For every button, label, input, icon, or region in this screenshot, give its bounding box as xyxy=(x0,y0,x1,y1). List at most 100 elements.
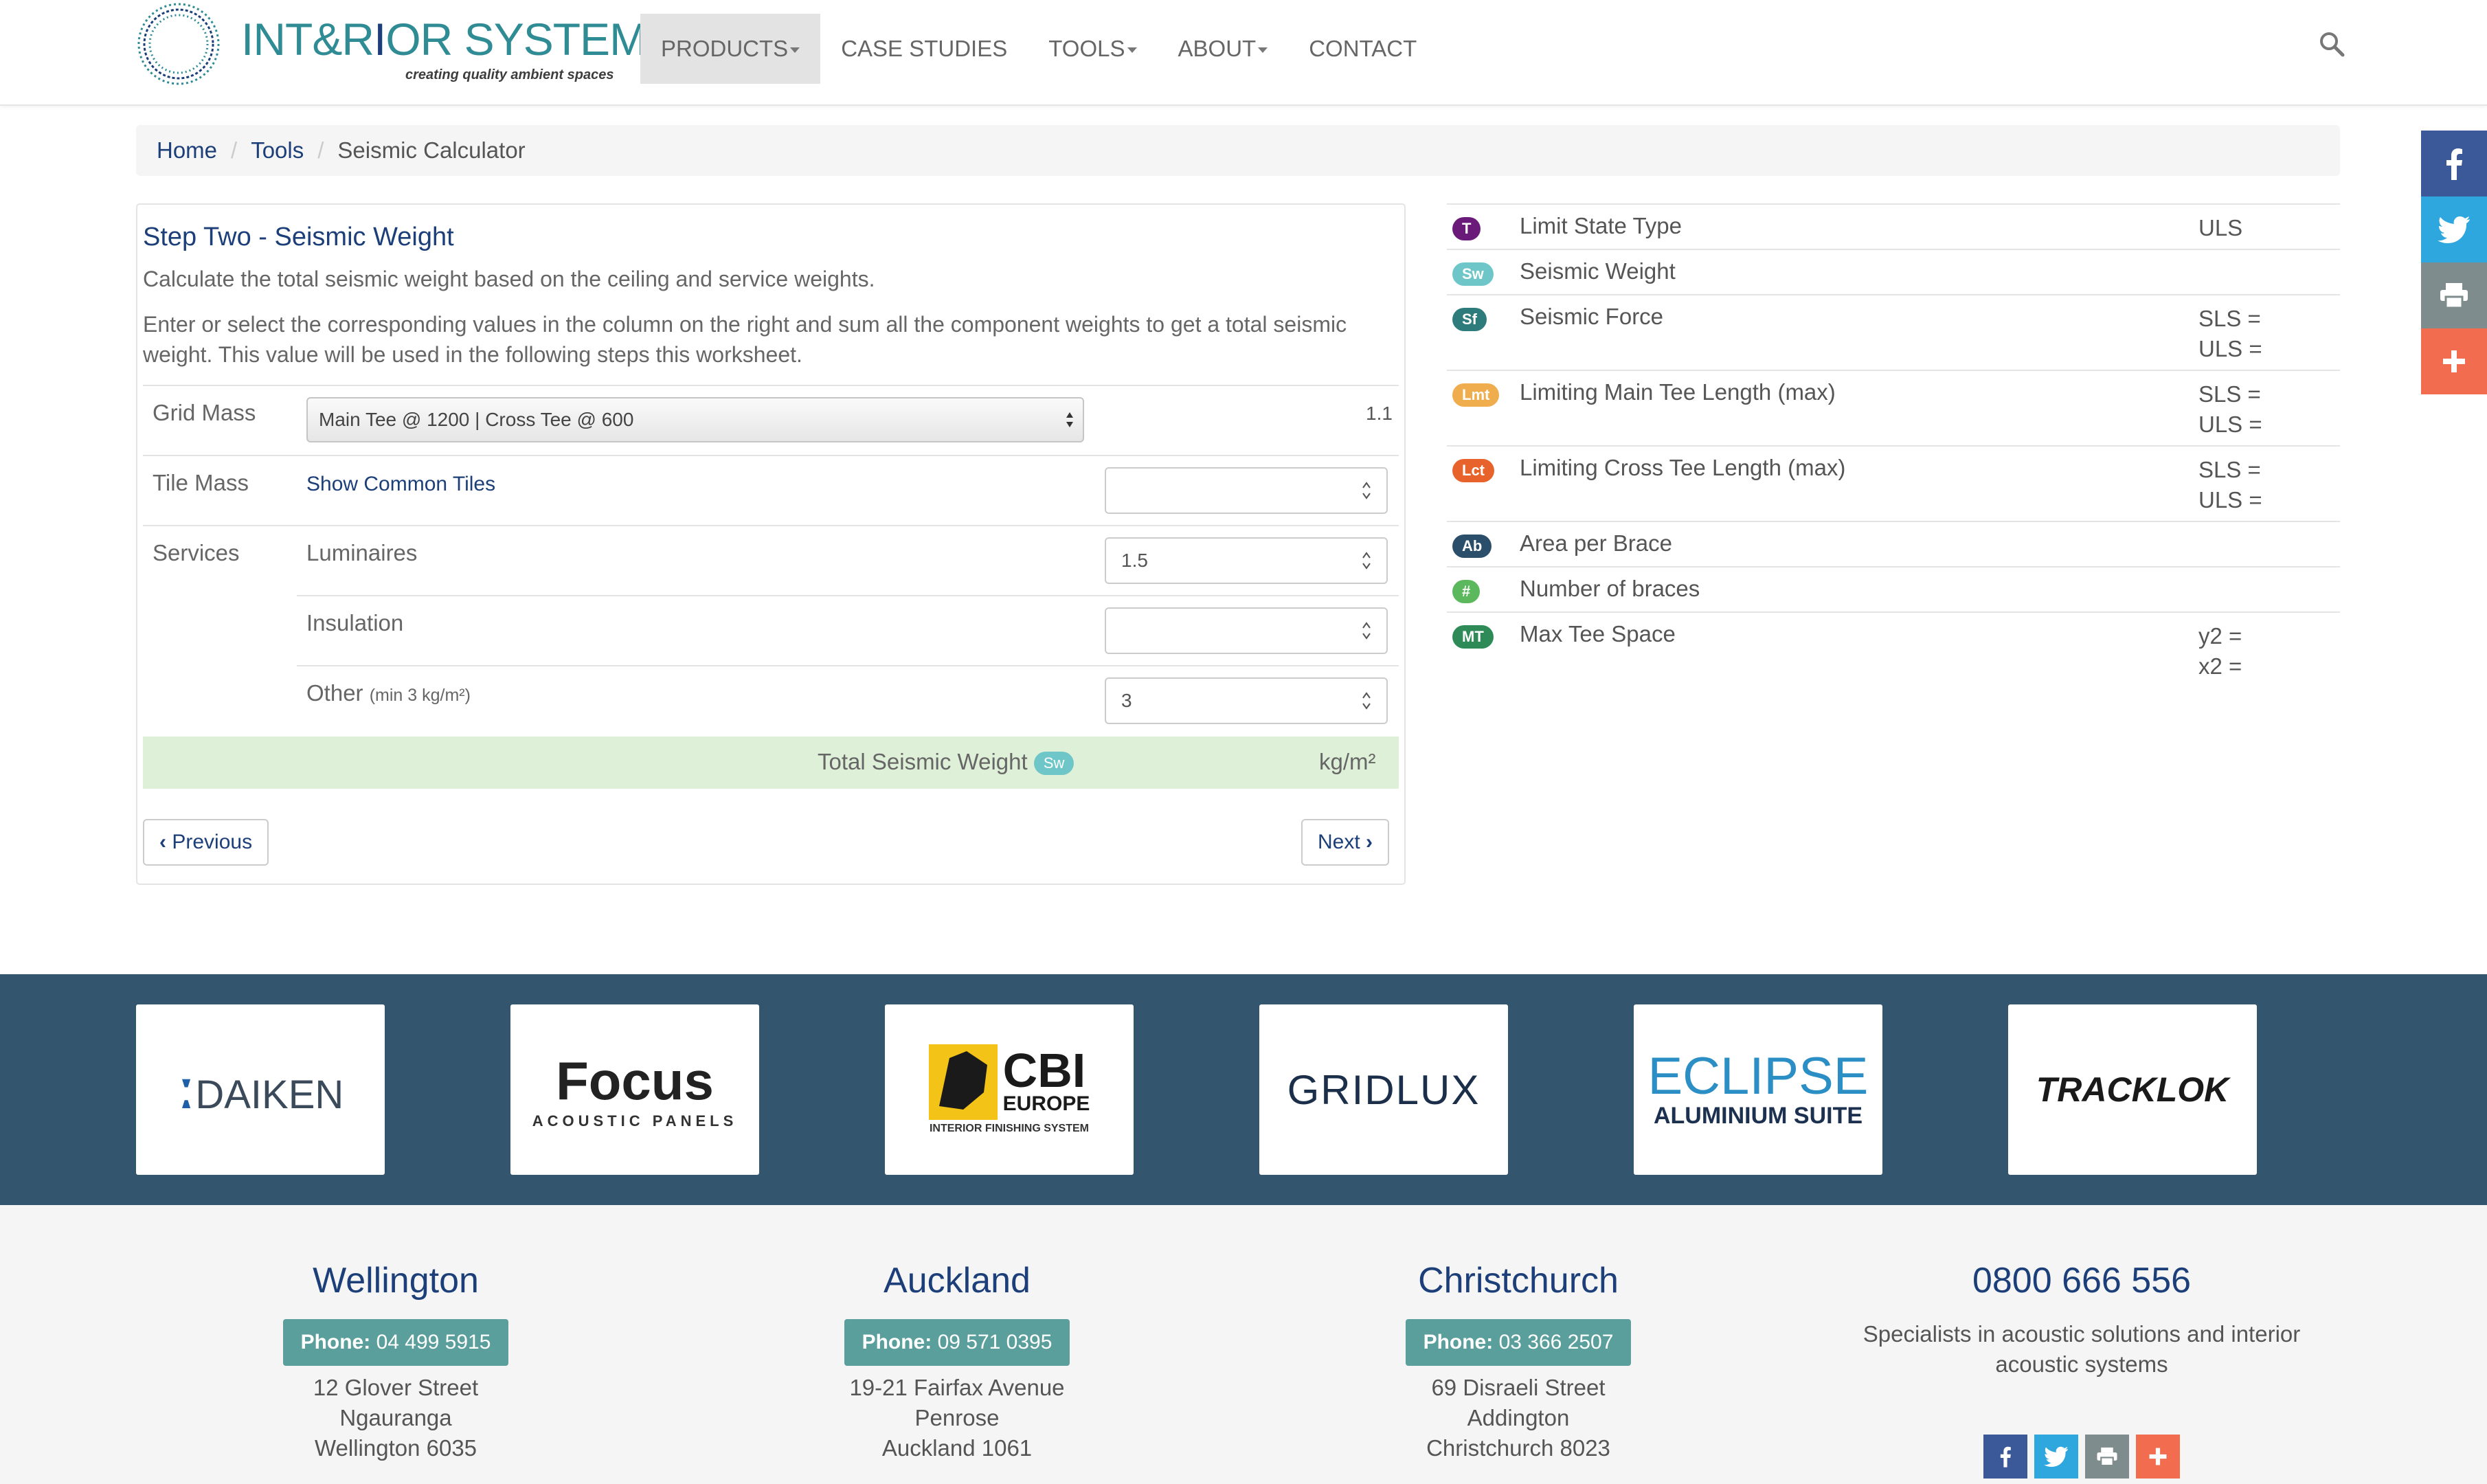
freephone-number[interactable]: 0800 666 556 xyxy=(1827,1260,2336,1301)
chevron-right-icon: › xyxy=(1366,831,1373,853)
twitter-icon xyxy=(2044,1446,2069,1467)
search-icon[interactable] xyxy=(2318,30,2345,58)
next-button[interactable]: Next › xyxy=(1301,819,1390,866)
spinner-icon xyxy=(1362,552,1371,570)
summary-row-seismic-weight: Sw Seismic Weight xyxy=(1447,249,2340,294)
office-christchurch: Christchurch Phone: 03 366 2507 69 Disra… xyxy=(1312,1260,1724,1463)
luminaires-label: Luminaires xyxy=(306,540,418,565)
office-city: Auckland xyxy=(884,1261,1031,1301)
limiting-cross-tee-badge: Lct xyxy=(1452,459,1494,482)
brand-name: INT&RIOR SYSTEMS xyxy=(241,14,677,65)
plus-icon xyxy=(2443,350,2465,372)
number-of-braces-badge: # xyxy=(1452,580,1481,603)
footer-facebook-button[interactable] xyxy=(1983,1435,2027,1479)
plus-icon xyxy=(2149,1448,2167,1465)
footer-twitter-button[interactable] xyxy=(2034,1435,2078,1479)
brand-logo[interactable]: INT&RIOR SYSTEMS creating quality ambien… xyxy=(135,0,677,96)
supplier-logo-band: ːDAIKEN Focus ACOUSTIC PANELS CBI EUROPE… xyxy=(0,974,2487,1205)
nav-products[interactable]: PRODUCTS xyxy=(640,14,821,84)
office-phone-button[interactable]: Phone: 04 499 5915 xyxy=(282,1319,509,1366)
nav-contact[interactable]: CONTACT xyxy=(1288,14,1437,84)
print-button[interactable] xyxy=(2421,262,2487,328)
logo-ring-icon xyxy=(137,3,220,85)
tile-mass-input[interactable] xyxy=(1105,467,1388,514)
other-input[interactable]: 3 xyxy=(1105,677,1388,724)
limit-state-badge: T xyxy=(1452,217,1481,240)
show-common-tiles-link[interactable]: Show Common Tiles xyxy=(306,473,495,496)
supplier-logo-focus[interactable]: Focus ACOUSTIC PANELS xyxy=(510,1004,759,1175)
grid-mass-value: 1.1 xyxy=(1366,403,1393,424)
other-row: Other (min 3 kg/m²) 3 xyxy=(297,665,1399,737)
supplier-logo-daiken[interactable]: ːDAIKEN xyxy=(136,1004,385,1175)
spinner-icon xyxy=(1362,622,1371,640)
office-address: 69 Disraeli Street Addington Christchurch … xyxy=(1426,1375,1610,1461)
max-tee-space-badge: MT xyxy=(1452,625,1494,649)
footer-print-button[interactable] xyxy=(2085,1435,2129,1479)
grid-mass-label: Grid Mass xyxy=(153,400,256,425)
spinner-icon xyxy=(1362,692,1371,710)
nav-case-studies[interactable]: CASE STUDIES xyxy=(820,14,1028,84)
supplier-logo-tracklok[interactable]: TRACKLOK xyxy=(2008,1004,2257,1175)
summary-label: Limiting Main Tee Length (max) xyxy=(1520,379,1836,405)
sw-badge: Sw xyxy=(1033,752,1074,776)
breadcrumb-separator: / xyxy=(231,137,238,163)
main-nav: PRODUCTS CASE STUDIES TOOLS ABOUT CONTAC… xyxy=(640,14,1437,84)
summary-label: Limit State Type xyxy=(1520,213,1683,238)
twitter-share-button[interactable] xyxy=(2421,196,2487,262)
chevron-left-icon: ‹ xyxy=(159,831,166,853)
brand-tagline: creating quality ambient spaces xyxy=(405,67,614,82)
summary-label: Number of braces xyxy=(1520,576,1700,601)
services-row: Services Luminaires 1.5 xyxy=(143,525,1399,595)
office-auckland: Auckland Phone: 09 571 0395 19-21 Fairfa… xyxy=(751,1260,1163,1463)
grid-mass-row: Grid Mass Main Tee @ 1200 | Cross Tee @ … xyxy=(143,385,1399,455)
daiken-mark-icon: ː xyxy=(177,1059,196,1120)
cbi-lion-icon xyxy=(928,1044,998,1120)
breadcrumb-home[interactable]: Home xyxy=(157,137,217,163)
caret-down-icon xyxy=(1258,47,1268,54)
summary-value: SLS = ULS = xyxy=(2198,457,2262,513)
summary-label: Limiting Cross Tee Length (max) xyxy=(1520,455,1846,480)
supplier-logo-eclipse[interactable]: ECLIPSE ALUMINIUM SUITE xyxy=(1634,1004,1882,1175)
summary-row-area-per-brace: Ab Area per Brace xyxy=(1447,521,2340,566)
top-navbar: INT&RIOR SYSTEMS creating quality ambien… xyxy=(0,0,2487,106)
nav-tools[interactable]: TOOLS xyxy=(1028,14,1157,84)
luminaires-input[interactable]: 1.5 xyxy=(1105,537,1388,584)
caret-down-icon xyxy=(1127,47,1137,54)
summary-value: y2 = x2 = xyxy=(2198,623,2242,679)
summary-row-limiting-main-tee: Lmt Limiting Main Tee Length (max) SLS =… xyxy=(1447,370,2340,445)
supplier-logo-gridlux[interactable]: GRIDLUX xyxy=(1259,1004,1508,1175)
social-sidebar xyxy=(2421,131,2487,394)
facebook-icon xyxy=(2446,148,2462,180)
step-instructions: Enter or select the corresponding values… xyxy=(143,312,1347,367)
footer-add-button[interactable] xyxy=(2136,1435,2180,1479)
summary-row-seismic-force: Sf Seismic Force SLS = ULS = xyxy=(1447,294,2340,370)
facebook-share-button[interactable] xyxy=(2421,131,2487,196)
add-share-button[interactable] xyxy=(2421,328,2487,394)
footer: Wellington Phone: 04 499 5915 12 Glover … xyxy=(0,1205,2487,1484)
total-unit: kg/m² xyxy=(1319,749,1376,774)
grid-config-select[interactable]: Main Tee @ 1200 | Cross Tee @ 600 xyxy=(306,397,1084,442)
nav-about[interactable]: ABOUT xyxy=(1158,14,1289,84)
spinner-icon xyxy=(1362,482,1371,499)
office-city: Christchurch xyxy=(1418,1261,1619,1301)
seismic-weight-panel: Step Two - Seismic Weight Calculate the … xyxy=(136,203,1406,885)
insulation-input[interactable] xyxy=(1105,607,1388,654)
facebook-icon xyxy=(2000,1446,2011,1468)
supplier-logo-cbi[interactable]: CBI EUROPE INTERIOR FINISHING SYSTEM xyxy=(885,1004,1134,1175)
previous-button[interactable]: ‹ Previous xyxy=(143,819,269,866)
breadcrumb-tools[interactable]: Tools xyxy=(251,137,304,163)
summary-row-number-of-braces: # Number of braces xyxy=(1447,566,2340,611)
breadcrumb-current: Seismic Calculator xyxy=(337,137,526,163)
office-wellington: Wellington Phone: 04 499 5915 12 Glover … xyxy=(190,1260,602,1463)
summary-row-limit-state: T Limit State Type ULS xyxy=(1447,203,2340,249)
office-phone-button[interactable]: Phone: 09 571 0395 xyxy=(844,1319,1070,1366)
office-phone-button[interactable]: Phone: 03 366 2507 xyxy=(1405,1319,1632,1366)
breadcrumb-separator: / xyxy=(317,137,324,163)
summary-value: SLS = ULS = xyxy=(2198,306,2262,361)
footer-social-links xyxy=(1827,1435,2336,1479)
print-icon xyxy=(2097,1447,2117,1467)
other-label: Other (min 3 kg/m²) xyxy=(306,680,471,706)
summary-row-max-tee-space: MT Max Tee Space y2 = x2 = xyxy=(1447,611,2340,687)
tile-mass-row: Tile Mass Show Common Tiles xyxy=(143,455,1399,525)
select-arrows-icon xyxy=(1066,412,1073,427)
